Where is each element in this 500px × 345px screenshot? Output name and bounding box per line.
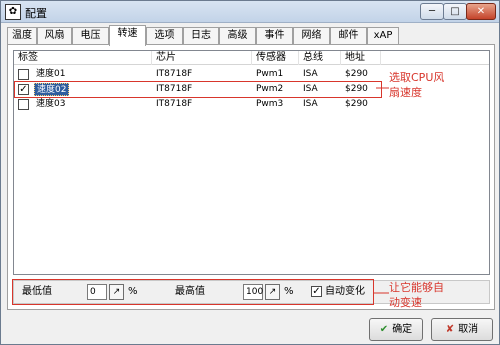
ok-button-label: 确定	[392, 324, 413, 335]
row-label: 速度03	[36, 99, 66, 109]
row-bus: ISA	[303, 99, 318, 109]
cancel-button[interactable]: ✘ 取消	[431, 318, 493, 341]
tab-log[interactable]: 日志	[183, 27, 219, 45]
ok-button[interactable]: ✔ 确定	[369, 318, 423, 341]
title-bar[interactable]: ✿ 配置 ─ □ ✕	[1, 1, 499, 23]
tab-mail[interactable]: 邮件	[330, 27, 367, 45]
column-header-sensor[interactable]: 传感器	[252, 51, 299, 65]
column-header-label[interactable]: 标签	[14, 51, 152, 65]
annotation-highlight-controls	[12, 279, 374, 305]
tab-xap[interactable]: xAP	[367, 27, 399, 45]
tab-advanced[interactable]: 高级	[219, 27, 256, 45]
gear-icon: ✿	[5, 4, 21, 20]
maximize-button[interactable]: □	[443, 3, 467, 20]
row-chip: IT8718F	[156, 69, 193, 79]
column-header-bus[interactable]: 总线	[299, 51, 341, 65]
row-label: 速度01	[36, 69, 66, 79]
config-window: ✿ 配置 ─ □ ✕ 温度 风扇 电压 转速 选项 日志 高级 事件 网络 邮件…	[0, 0, 500, 345]
tab-fan[interactable]: 风扇	[37, 27, 72, 45]
window-title: 配置	[25, 7, 47, 20]
annotation-arrow-icon	[376, 87, 389, 89]
checkmark-icon: ✔	[379, 324, 389, 335]
annotation-select-fan-line1: 选取CPU风	[389, 71, 445, 84]
tab-network[interactable]: 网络	[293, 27, 330, 45]
row-checkbox[interactable]	[18, 69, 29, 80]
column-header-chip[interactable]: 芯片	[152, 51, 252, 65]
row-chip: IT8718F	[156, 99, 193, 109]
row-sensor: Pwm3	[256, 99, 284, 109]
close-button[interactable]: ✕	[466, 3, 496, 20]
tab-voltage[interactable]: 电压	[72, 27, 109, 45]
cross-icon: ✘	[445, 324, 455, 335]
row-bus: ISA	[303, 69, 318, 79]
tab-speed[interactable]: 转速	[109, 25, 146, 46]
annotation-auto-change-line2: 动变速	[389, 296, 422, 309]
annotation-arrow-icon	[374, 292, 389, 294]
minimize-button[interactable]: ─	[420, 3, 444, 20]
tab-temperature[interactable]: 温度	[7, 27, 37, 45]
annotation-auto-change-line1: 让它能够自	[389, 281, 444, 294]
row-sensor: Pwm1	[256, 69, 284, 79]
row-address: $290	[345, 99, 368, 109]
annotation-highlight-row	[14, 81, 382, 98]
cancel-button-label: 取消	[458, 324, 479, 335]
list-header: 标签 芯片 传感器 总线 地址	[14, 51, 489, 65]
tab-options[interactable]: 选项	[146, 27, 183, 45]
row-checkbox[interactable]	[18, 99, 29, 110]
column-header-address[interactable]: 地址	[341, 51, 381, 65]
row-address: $290	[345, 69, 368, 79]
tab-events[interactable]: 事件	[256, 27, 293, 45]
annotation-select-fan-line2: 扇速度	[389, 86, 422, 99]
